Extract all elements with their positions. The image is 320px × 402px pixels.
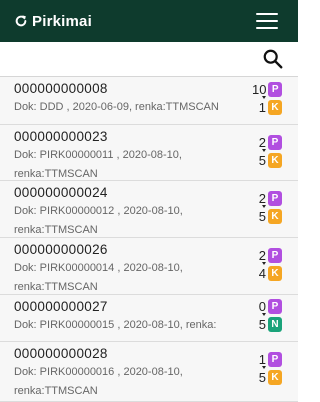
- badge-p: P: [268, 190, 282, 206]
- item-counts: 1 P 5 K: [252, 350, 282, 386]
- list-item[interactable]: 000000000026 Dok: PIRK00000014 , 2020-08…: [0, 238, 298, 295]
- caret-down-icon: [262, 96, 266, 99]
- refresh-icon[interactable]: [14, 14, 28, 28]
- item-counts: 0 P 5 N: [252, 297, 282, 333]
- item-meta: Dok: PIRK00000016 , 2020-08-10, renka:TT…: [14, 366, 183, 397]
- count-p: 0: [258, 298, 266, 314]
- count-k: 5: [258, 208, 266, 224]
- app-header: Pirkimai: [0, 0, 298, 42]
- count-k: 4: [258, 265, 266, 281]
- count-p: 10: [252, 81, 267, 97]
- item-counts: 2 P 4 K: [252, 246, 282, 282]
- item-meta: Dok: PIRK00000014 , 2020-08-10, renka:TT…: [14, 262, 183, 293]
- list-item[interactable]: 000000000023 Dok: PIRK00000011 , 2020-08…: [0, 125, 298, 181]
- caret-down-icon: [262, 366, 266, 369]
- badge-p: P: [268, 298, 282, 314]
- item-meta: Dok: DDD , 2020-06-09, renka:TTMSCAN: [14, 101, 219, 113]
- badge-p: P: [268, 81, 282, 97]
- list-item[interactable]: 000000000024 Dok: PIRK00000012 , 2020-08…: [0, 181, 298, 238]
- item-meta: Dok: PIRK00000012 , 2020-08-10, renka:TT…: [14, 205, 183, 236]
- caret-down-icon: [262, 149, 266, 152]
- list-item[interactable]: 000000000008 Dok: DDD , 2020-06-09, renk…: [0, 77, 298, 125]
- caret-down-icon: [262, 313, 266, 316]
- item-meta: Dok: PIRK00000011 , 2020-08-10, renka:TT…: [14, 149, 182, 180]
- caret-down-icon: [262, 205, 266, 208]
- count-p: 2: [258, 134, 266, 150]
- app-title: Pirkimai: [32, 12, 92, 30]
- count-p: 2: [258, 190, 266, 206]
- item-counts: 2 P 5 K: [252, 133, 282, 169]
- badge-k: K: [268, 265, 282, 281]
- badge-k: K: [268, 152, 282, 168]
- item-counts: 10 P 1 K: [252, 80, 282, 116]
- count-p: 1: [258, 351, 266, 367]
- count-k: 5: [258, 152, 266, 168]
- list-item[interactable]: 000000000028 Dok: PIRK00000016 , 2020-08…: [0, 342, 298, 402]
- badge-n: N: [268, 316, 282, 332]
- purchase-list: 000000000008 Dok: DDD , 2020-06-09, renk…: [0, 77, 298, 402]
- count-p: 2: [258, 247, 266, 263]
- badge-p: P: [268, 134, 282, 150]
- search-bar: [0, 42, 298, 77]
- item-meta: Dok: PIRK00000015 , 2020-08-10, renka:: [14, 319, 217, 331]
- hamburger-menu-icon[interactable]: [256, 13, 278, 29]
- count-k: 1: [258, 99, 266, 115]
- badge-k: K: [268, 369, 282, 385]
- list-item[interactable]: 000000000027 Dok: PIRK00000015 , 2020-08…: [0, 295, 298, 342]
- count-n: 5: [258, 316, 266, 332]
- badge-k: K: [268, 208, 282, 224]
- count-k: 5: [258, 369, 266, 385]
- badge-k: K: [268, 99, 282, 115]
- badge-p: P: [268, 247, 282, 263]
- caret-down-icon: [262, 262, 266, 265]
- badge-p: P: [268, 351, 282, 367]
- search-icon[interactable]: [262, 48, 284, 70]
- item-counts: 2 P 5 K: [252, 189, 282, 225]
